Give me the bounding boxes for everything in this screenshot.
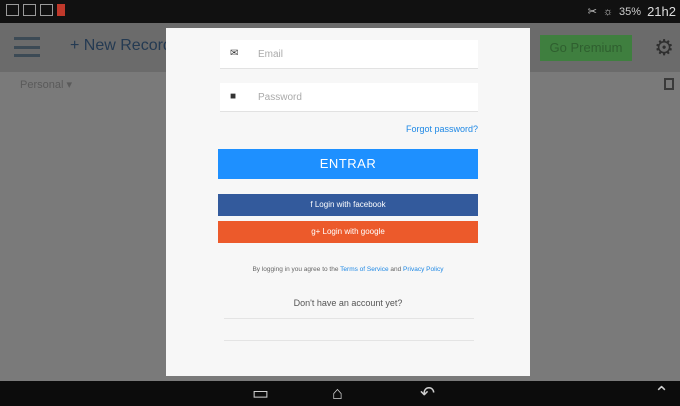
notification-icons bbox=[6, 4, 65, 16]
home-icon[interactable]: ⌂ bbox=[332, 383, 343, 404]
password-field[interactable]: ■ bbox=[220, 83, 478, 112]
password-input[interactable] bbox=[258, 83, 468, 111]
wifi-icon: ☼ bbox=[602, 5, 614, 18]
forgot-password-link[interactable]: Forgot password? bbox=[406, 124, 478, 134]
gear-icon[interactable]: ⚙ bbox=[654, 35, 674, 61]
divider bbox=[224, 318, 474, 319]
recent-apps-icon[interactable]: ▭ bbox=[252, 383, 269, 404]
hamburger-icon[interactable] bbox=[14, 37, 40, 57]
back-icon[interactable]: ↶ bbox=[420, 383, 435, 404]
signup-button[interactable] bbox=[224, 340, 474, 341]
lock-icon: ■ bbox=[230, 91, 237, 102]
calendar-icon[interactable] bbox=[664, 78, 674, 90]
terms-prefix: By logging in you agree to the bbox=[252, 266, 341, 273]
no-account-text: Don't have an account yet? bbox=[293, 298, 403, 308]
screenshot-icon bbox=[6, 4, 19, 16]
app-notification-icon bbox=[57, 4, 65, 16]
account-selector[interactable]: Personal ▾ bbox=[20, 78, 72, 91]
entrar-button[interactable]: ENTRAR bbox=[218, 149, 478, 179]
mute-icon: ✂ bbox=[587, 6, 597, 18]
login-dialog: ✉ ■ Forgot password? ENTRAR f Login with… bbox=[166, 28, 530, 376]
google-login-button[interactable]: g+ Login with google bbox=[218, 221, 478, 243]
terms-and: and bbox=[388, 266, 404, 273]
email-field[interactable]: ✉ bbox=[220, 40, 478, 69]
new-record-button[interactable]: + New Record bbox=[70, 37, 172, 55]
terms-notice: By logging in you agree to the Terms of … bbox=[166, 266, 530, 273]
android-nav-bar: ▭ ⌂ ↶ ⌃ bbox=[0, 381, 680, 406]
gallery-icon bbox=[40, 4, 53, 16]
mail-icon: ✉ bbox=[230, 48, 239, 59]
privacy-link[interactable]: Privacy Policy bbox=[403, 266, 443, 273]
clock: 21h2 bbox=[647, 4, 676, 19]
email-input[interactable] bbox=[258, 40, 468, 68]
battery-level: 35% bbox=[619, 5, 642, 18]
chevron-up-icon[interactable]: ⌃ bbox=[654, 383, 669, 404]
facebook-login-button[interactable]: f Login with facebook bbox=[218, 194, 478, 216]
status-bar: ✂ ☼ 35% 21h2 bbox=[0, 0, 680, 23]
go-premium-button[interactable]: Go Premium bbox=[540, 35, 632, 61]
terms-link[interactable]: Terms of Service bbox=[340, 266, 388, 273]
message-icon bbox=[23, 4, 36, 16]
